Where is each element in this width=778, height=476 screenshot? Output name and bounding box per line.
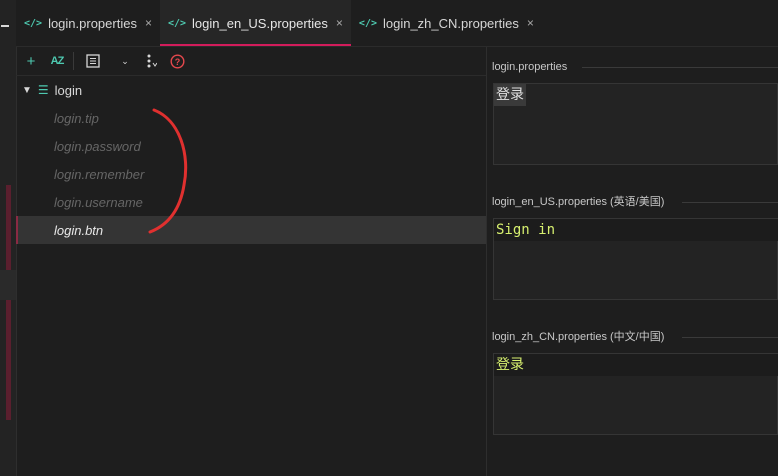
left-gutter bbox=[0, 0, 17, 476]
toolbar: + AZ ⌄ ? bbox=[16, 47, 486, 76]
tree-item-label: login.password bbox=[54, 138, 141, 154]
key-tree: ▼ ☰ login login.tip login.password login… bbox=[16, 76, 486, 476]
more-vertical-icon bbox=[147, 54, 157, 68]
panel-header-rule bbox=[582, 67, 778, 68]
tab-login-properties[interactable]: </> login.properties × bbox=[16, 0, 160, 46]
pane-divider[interactable] bbox=[486, 47, 487, 476]
tab-label: login_zh_CN.properties bbox=[382, 15, 519, 31]
more-options-button[interactable] bbox=[140, 50, 162, 72]
chevron-down-icon[interactable]: ⌄ bbox=[114, 50, 136, 72]
add-key-button[interactable]: + bbox=[20, 50, 42, 72]
scroll-indicator bbox=[6, 185, 11, 420]
translation-value[interactable]: Sign in bbox=[494, 219, 778, 241]
tree-item-label: login.username bbox=[54, 194, 143, 210]
tree-item-login-password[interactable]: login.password bbox=[16, 132, 486, 160]
tree-root-login[interactable]: ▼ ☰ login bbox=[16, 76, 486, 104]
tree-root-label: login bbox=[54, 82, 83, 98]
toolbar-divider bbox=[72, 52, 74, 70]
tab-login-en-us-properties[interactable]: </> login_en_US.properties × bbox=[159, 0, 351, 46]
gutter-highlight bbox=[0, 270, 16, 300]
panel-header-rule bbox=[682, 337, 778, 338]
close-icon[interactable]: × bbox=[336, 16, 343, 30]
sort-button[interactable]: AZ bbox=[46, 50, 68, 72]
annotation-stroke bbox=[148, 108, 188, 234]
panel-header: login_en_US.properties (英语/美国) bbox=[492, 194, 778, 210]
tree-item-label: login.remember bbox=[54, 166, 145, 182]
panel-header: login_zh_CN.properties (中文/中国) bbox=[492, 329, 778, 345]
tab-label: login_en_US.properties bbox=[192, 15, 328, 31]
tab-bar: </> login.properties × </> login_en_US.p… bbox=[16, 0, 778, 47]
panel-header-label: login.properties bbox=[492, 61, 568, 73]
translation-value[interactable]: 登录 bbox=[494, 84, 526, 106]
translation-value-field[interactable]: Sign in bbox=[493, 218, 778, 300]
collapse-icon[interactable] bbox=[1, 25, 9, 27]
sliders-icon: ☰ bbox=[37, 83, 49, 97]
translation-value-field[interactable]: 登录 bbox=[493, 353, 778, 435]
tree-item-login-btn[interactable]: login.btn bbox=[16, 216, 486, 244]
translation-panel-en-us: login_en_US.properties (英语/美国) Sign in bbox=[492, 194, 778, 304]
tree-item-login-tip[interactable]: login.tip bbox=[16, 104, 486, 132]
tree-item-login-username[interactable]: login.username bbox=[16, 188, 486, 216]
panel-header: login.properties bbox=[492, 59, 778, 75]
tab-label: login.properties bbox=[48, 15, 137, 31]
code-icon: </> bbox=[358, 17, 377, 29]
help-button[interactable]: ? bbox=[166, 50, 188, 72]
list-view-icon bbox=[86, 54, 100, 68]
tree-item-login-remember[interactable]: login.remember bbox=[16, 160, 486, 188]
translation-panel-default: login.properties 登录 bbox=[492, 59, 778, 169]
translation-panel-zh-cn: login_zh_CN.properties (中文/中国) 登录 bbox=[492, 329, 778, 439]
panel-header-rule bbox=[682, 202, 778, 203]
translation-value[interactable]: 登录 bbox=[494, 354, 778, 376]
chevron-down-icon[interactable]: ▼ bbox=[22, 85, 32, 96]
panel-header-label: login_en_US.properties (英语/美国) bbox=[492, 196, 665, 208]
translation-value-field[interactable]: 登录 bbox=[493, 83, 778, 165]
panel-header-label: login_zh_CN.properties (中文/中国) bbox=[492, 331, 665, 343]
code-icon: </> bbox=[24, 17, 43, 29]
tree-item-label: login.btn bbox=[54, 222, 104, 238]
tab-login-zh-cn-properties[interactable]: </> login_zh_CN.properties × bbox=[351, 0, 542, 46]
sort-az-icon: AZ bbox=[50, 55, 65, 67]
close-icon[interactable]: × bbox=[527, 16, 534, 30]
code-icon: </> bbox=[167, 17, 187, 29]
help-icon: ? bbox=[169, 53, 185, 69]
plus-icon: + bbox=[26, 52, 36, 70]
svg-text:?: ? bbox=[174, 57, 180, 67]
view-mode-button[interactable] bbox=[82, 50, 104, 72]
tree-item-label: login.tip bbox=[54, 110, 99, 126]
close-icon[interactable]: × bbox=[145, 16, 152, 30]
